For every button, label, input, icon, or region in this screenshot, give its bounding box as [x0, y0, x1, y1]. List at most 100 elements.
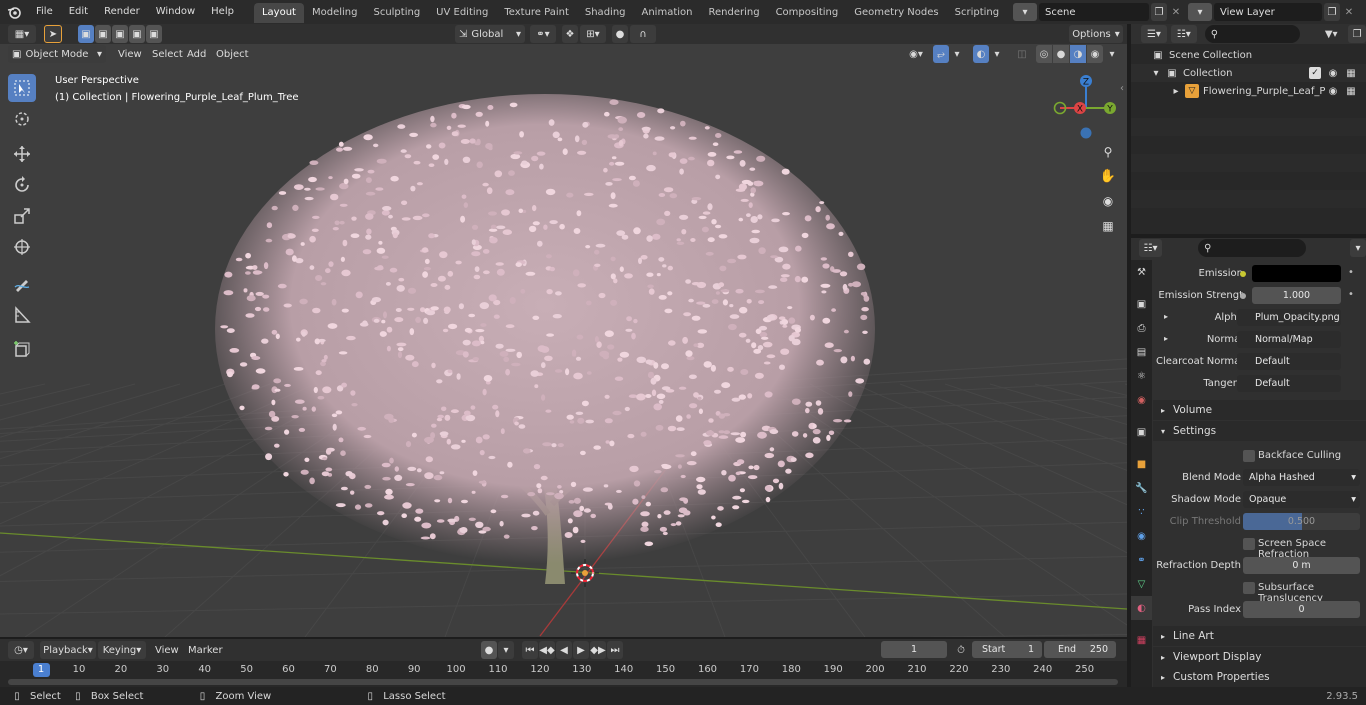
outliner-row-collection[interactable]: ▾ ▣ Collection ✓ ◉ ▦ [1131, 64, 1366, 82]
tab-scripting[interactable]: Scripting [947, 3, 1007, 23]
end-frame-field[interactable]: End 250 [1044, 641, 1116, 658]
panel-settings[interactable]: ▾ Settings [1153, 421, 1366, 441]
keying-menu[interactable]: Keying ▾ [98, 641, 146, 659]
copy-view-layer-icon[interactable]: ❐ [1324, 3, 1340, 21]
tab-output-icon[interactable]: ⎙ [1131, 316, 1152, 340]
mode-dropdown[interactable]: ▣ Object Mode ▾ [8, 45, 106, 63]
expand-chevron-down-icon[interactable]: ▾ [1151, 68, 1161, 79]
tool-transform[interactable] [8, 233, 36, 261]
next-keyframe-icon[interactable]: ◆▶ [590, 641, 606, 659]
keyframe-dot-icon[interactable]: • [1348, 267, 1354, 278]
menu-help[interactable]: Help [203, 0, 242, 24]
shadow-mode-dropdown[interactable]: Opaque ▾ [1243, 491, 1360, 508]
copy-scene-icon[interactable]: ❐ [1151, 3, 1167, 21]
blend-mode-dropdown[interactable]: Alpha Hashed ▾ [1243, 469, 1360, 486]
shading-material-icon[interactable]: ◑ [1070, 45, 1086, 63]
select-mode-extend-icon[interactable]: ▣ [95, 25, 111, 43]
tab-collection-icon[interactable]: ▣ [1131, 420, 1152, 444]
blender-logo-icon[interactable] [0, 0, 28, 24]
outliner-row-scene-collection[interactable]: ▣ Scene Collection [1131, 46, 1366, 64]
emission-color-swatch[interactable] [1252, 265, 1341, 282]
screen-space-refraction-checkbox[interactable] [1243, 538, 1255, 550]
gizmo-dropdown-icon[interactable]: ▾ [950, 45, 964, 63]
tab-material-icon[interactable]: ◐ [1131, 596, 1152, 620]
eye-icon[interactable]: ◉ [1326, 68, 1340, 79]
jump-start-icon[interactable]: ⏮ [522, 641, 538, 659]
exclude-checkbox-icon[interactable]: ✓ [1309, 67, 1321, 79]
tab-object-icon[interactable]: ■ [1131, 452, 1152, 476]
menu-render[interactable]: Render [96, 0, 148, 24]
shading-wireframe-icon[interactable]: ◎ [1036, 45, 1052, 63]
gizmo-toggle-icon[interactable]: ⥂ [933, 45, 949, 63]
tab-particles-icon[interactable]: ∵ [1131, 500, 1152, 524]
outliner-search-input[interactable]: ⚲ [1204, 25, 1301, 43]
tool-rotate[interactable] [8, 171, 36, 199]
proportional-falloff-icon[interactable]: ∩ [630, 25, 656, 43]
tool-scale[interactable] [8, 202, 36, 230]
play-reverse-icon[interactable]: ◀ [556, 641, 572, 659]
panel-volume[interactable]: ▸ Volume [1153, 400, 1366, 420]
clearcoat-normal-field[interactable]: Default [1237, 353, 1341, 370]
select-mode-invert-icon[interactable]: ▣ [129, 25, 145, 43]
tool-annotate[interactable] [8, 270, 36, 298]
tab-view-layer-icon[interactable]: ▤ [1131, 340, 1152, 364]
start-frame-field[interactable]: Start 1 [972, 641, 1042, 658]
menu-file[interactable]: File [28, 0, 61, 24]
perspective-toggle-icon[interactable]: ▦ [1098, 216, 1118, 236]
menu-window[interactable]: Window [148, 0, 203, 24]
visibility-filter-icon[interactable]: ◉▾ [903, 45, 929, 63]
tab-modifiers-icon[interactable]: 🔧 [1131, 476, 1152, 500]
tab-geometry-nodes[interactable]: Geometry Nodes [846, 3, 946, 23]
snap-target-icon[interactable]: ⊞▾ [580, 25, 606, 43]
expand-chevron-right-icon[interactable]: ▸ [1171, 86, 1181, 97]
overlays-dropdown-icon[interactable]: ▾ [990, 45, 1004, 63]
scene-icon[interactable]: ▾ [1013, 3, 1037, 21]
editor-type-icon[interactable]: ▦▾ [8, 25, 36, 43]
panel-custom-properties[interactable]: ▸ Custom Properties [1153, 667, 1366, 687]
outliner-row-object[interactable]: ▸ ▽ Flowering_Purple_Leaf_P ◉ ▦ [1131, 82, 1366, 100]
camera-icon[interactable]: ▦ [1344, 68, 1358, 79]
refraction-depth-field[interactable]: 0 m [1243, 557, 1360, 574]
alpha-link-field[interactable]: Plum_Opacity.png [1237, 309, 1341, 326]
snap-toggle-icon[interactable]: ❖ [562, 25, 578, 43]
sidebar-toggle-icon[interactable]: ‹ [1117, 80, 1127, 96]
select-mode-subtract-icon[interactable]: ▣ [112, 25, 128, 43]
tool-measure[interactable] [8, 301, 36, 329]
tangent-field[interactable]: Default [1237, 375, 1341, 392]
stopwatch-icon[interactable]: ⏱ [952, 641, 970, 659]
tab-data-icon[interactable]: ▽ [1131, 572, 1152, 596]
select-tool-icon[interactable]: ➤ [44, 25, 62, 43]
tab-tool-icon[interactable]: ⚒ [1131, 260, 1152, 284]
select-mode-new-icon[interactable]: ▣ [78, 25, 94, 43]
view-layer-icon[interactable]: ▾ [1188, 3, 1212, 21]
timeline-editor-icon[interactable]: ◷▾ [8, 641, 34, 659]
camera-icon[interactable]: ▦ [1344, 86, 1358, 97]
tab-scene-icon[interactable]: ⚛ [1131, 364, 1152, 388]
tool-add-cube[interactable] [8, 336, 36, 364]
socket-value-icon[interactable] [1240, 293, 1246, 299]
shading-solid-icon[interactable]: ● [1053, 45, 1069, 63]
tab-physics-icon[interactable]: ◉ [1131, 524, 1152, 548]
tool-move[interactable] [8, 140, 36, 168]
tab-modeling[interactable]: Modeling [304, 3, 366, 23]
view-layer-field[interactable]: View Layer [1214, 3, 1322, 21]
current-frame-field[interactable]: 1 [881, 641, 947, 658]
normal-link-field[interactable]: Normal/Map [1237, 331, 1341, 348]
outliner-editor-icon[interactable]: ☰▾ [1141, 25, 1167, 43]
close-scene-icon[interactable]: ✕ [1167, 7, 1185, 18]
subsurface-translucency-checkbox[interactable] [1243, 582, 1255, 594]
tab-animation[interactable]: Animation [634, 3, 701, 23]
tab-layout[interactable]: Layout [253, 3, 304, 23]
jump-end-icon[interactable]: ⏭ [607, 641, 623, 659]
backface-culling-checkbox[interactable] [1243, 450, 1255, 462]
pass-index-field[interactable]: 0 [1243, 601, 1360, 618]
pan-hand-icon[interactable]: ✋ [1098, 166, 1118, 186]
tool-cursor[interactable] [8, 105, 36, 133]
tool-select-box[interactable] [8, 74, 36, 102]
record-options-icon[interactable]: ▾ [498, 641, 514, 659]
scene-field[interactable]: Scene [1039, 3, 1149, 21]
3d-viewport[interactable]: User Perspective (1) Collection | Flower… [0, 44, 1127, 637]
pivot-point-icon[interactable]: ⚭▾ [530, 25, 556, 43]
panel-viewport-display[interactable]: ▸ Viewport Display [1153, 647, 1366, 667]
tab-compositing[interactable]: Compositing [768, 3, 847, 23]
